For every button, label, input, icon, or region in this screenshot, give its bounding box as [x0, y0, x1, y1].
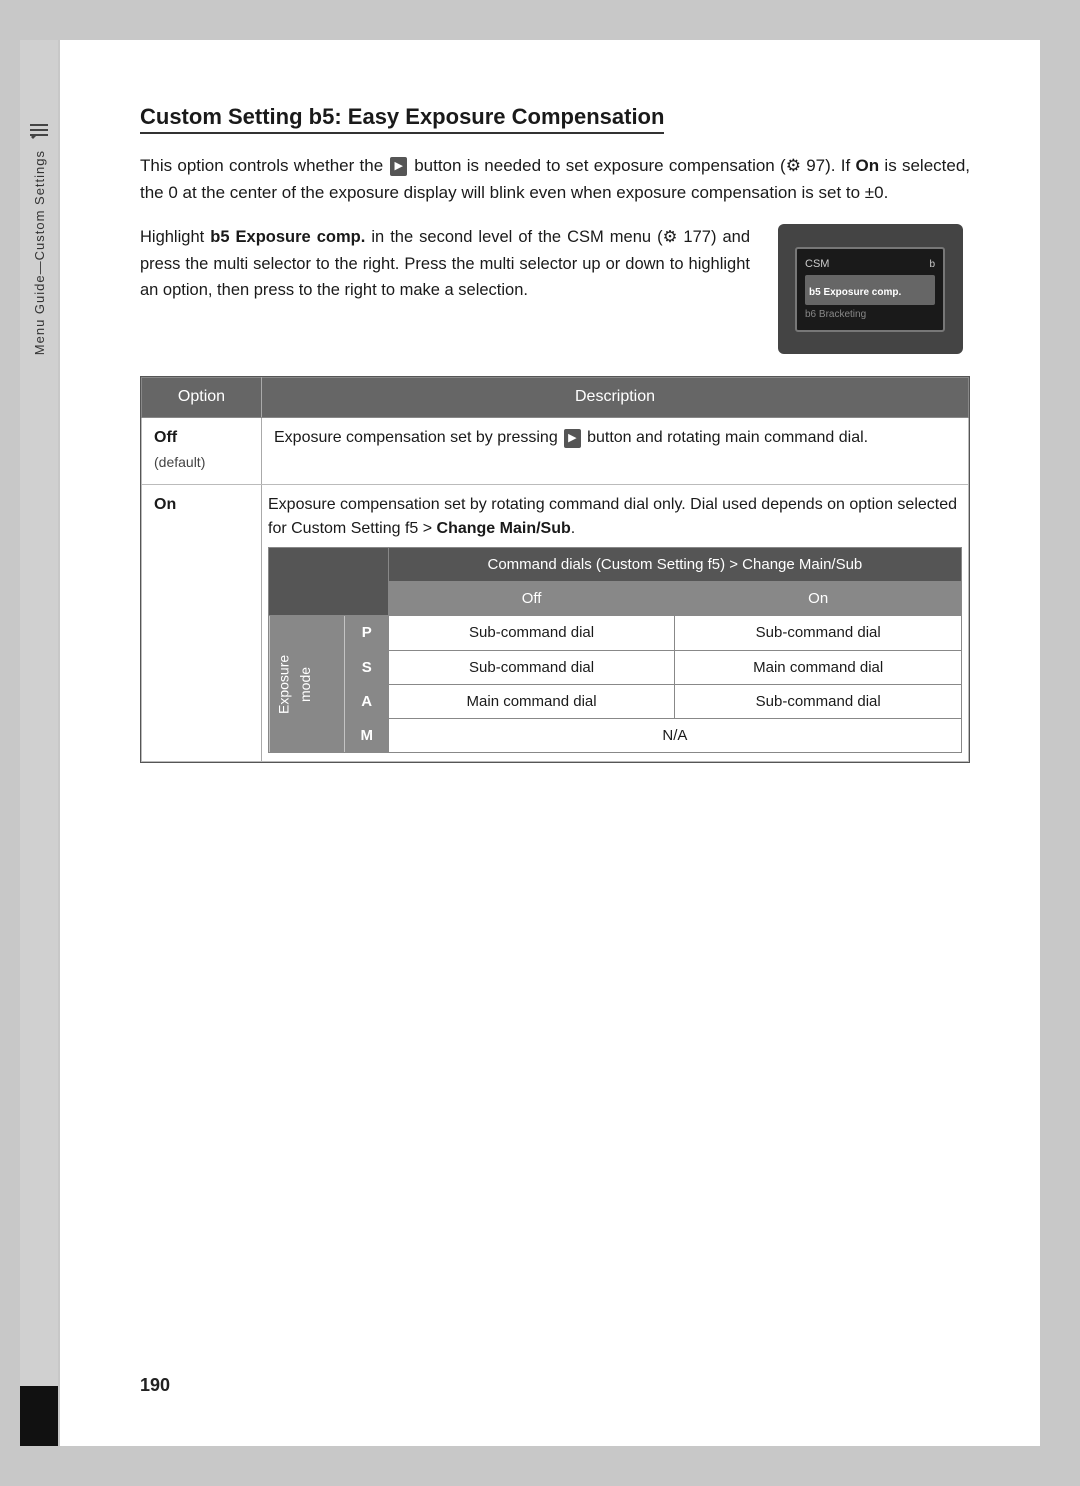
- nested-row-m: M N/A: [269, 719, 962, 753]
- table-header-row: Option Description: [142, 378, 969, 418]
- title-normal: Easy Exposure Compensation: [342, 104, 665, 129]
- nested-header-row-1: Command dials (Custom Setting f5) > Chan…: [269, 547, 962, 581]
- exposure-mode-label: Exposuremode: [269, 616, 346, 753]
- instruction-section: Highlight b5 Exposure comp. in the secon…: [140, 224, 970, 354]
- nested-main-header: Command dials (Custom Setting f5) > Chan…: [388, 547, 961, 581]
- on-label: On: [154, 496, 176, 513]
- on-desc-text: Exposure compensation set by rotating co…: [268, 493, 962, 541]
- a-on-dial: Sub-command dial: [675, 684, 962, 718]
- ref-177: ⚙ 177: [663, 228, 711, 246]
- page-title: Custom Setting b5: Easy Exposure Compens…: [140, 100, 970, 134]
- p-on-dial: Sub-command dial: [675, 616, 962, 650]
- off-description-cell: Exposure compensation set by pressing ▶ …: [262, 418, 969, 485]
- mode-p: P: [345, 616, 388, 650]
- nested-off-header: Off: [388, 582, 675, 616]
- sidebar-tab: Menu Guide—Custom Settings: [20, 40, 58, 1446]
- off-label: Off: [154, 429, 177, 446]
- intro-paragraph: This option controls whether the ▶ butto…: [140, 152, 970, 206]
- default-label: (default): [154, 454, 205, 470]
- nested-dial-table: Command dials (Custom Setting f5) > Chan…: [268, 547, 962, 754]
- table-row-on: On Exposure compensation set by rotating…: [142, 484, 969, 762]
- exp-comp-button-icon: ▶: [390, 157, 406, 177]
- nested-on-header: On: [675, 582, 962, 616]
- page-number: 190: [140, 1375, 170, 1396]
- menu-guide-icon: [28, 120, 50, 142]
- nested-row-p: Exposuremode P Sub-command dial Sub-comm…: [269, 616, 962, 650]
- options-table: Option Description Off (default) Exposur…: [140, 376, 970, 763]
- table-row-off: Off (default) Exposure compensation set …: [142, 418, 969, 485]
- description-column-header: Description: [262, 378, 969, 418]
- black-square-decoration: [20, 1386, 58, 1446]
- option-column-header: Option: [142, 378, 262, 418]
- title-bold: Custom Setting b5:: [140, 104, 342, 129]
- on-description-cell: Exposure compensation set by rotating co…: [262, 484, 969, 762]
- page-content: Custom Setting b5: Easy Exposure Compens…: [60, 40, 1040, 1446]
- instruction-text: Highlight b5 Exposure comp. in the secon…: [140, 224, 750, 354]
- a-off-dial: Main command dial: [388, 684, 675, 718]
- ref-97: ⚙ 97: [786, 156, 825, 175]
- mode-a: A: [345, 684, 388, 718]
- s-on-dial: Main command dial: [675, 650, 962, 684]
- m-na: N/A: [388, 719, 961, 753]
- p-off-dial: Sub-command dial: [388, 616, 675, 650]
- mode-s: S: [345, 650, 388, 684]
- nested-row-a: A Main command dial Sub-command dial: [269, 684, 962, 718]
- exp-icon-inline: ▶: [564, 429, 580, 448]
- off-option-cell: Off (default): [142, 418, 262, 485]
- camera-image-placeholder: CSM b b5 Exposure comp. b6 Bracketing: [770, 224, 970, 354]
- nested-row-s: S Sub-command dial Main command dial: [269, 650, 962, 684]
- mode-m: M: [345, 719, 388, 753]
- s-off-dial: Sub-command dial: [388, 650, 675, 684]
- sidebar-label: Menu Guide—Custom Settings: [32, 150, 47, 355]
- on-option-cell: On: [142, 484, 262, 762]
